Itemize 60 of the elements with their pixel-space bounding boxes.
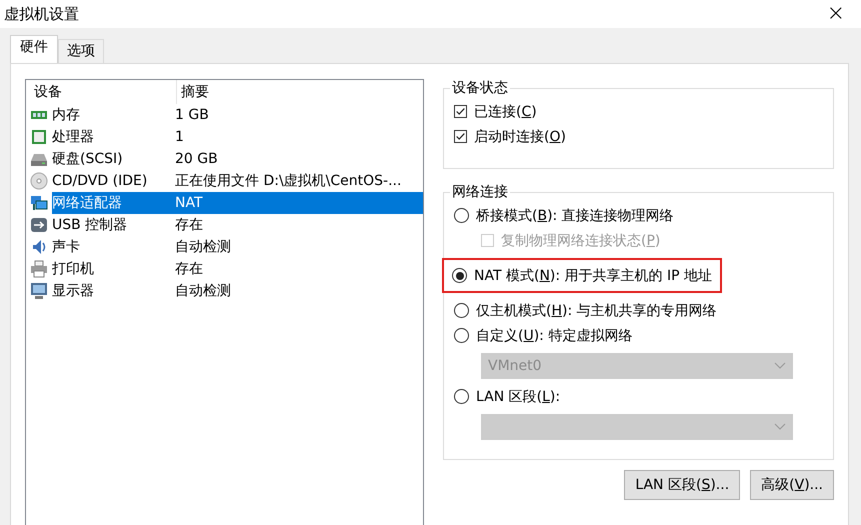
- radio-label[interactable]: 自定义(U): 特定虚拟网络: [476, 326, 632, 344]
- list-row[interactable]: 声卡 自动检测: [30, 236, 423, 258]
- network-adapter-icon: [30, 194, 48, 212]
- list-row[interactable]: USB 控制器 存在: [30, 214, 423, 236]
- device-summary: 正在使用文件 D:\虚拟机\CentOS-...: [174, 172, 402, 191]
- monitor-icon: [30, 282, 48, 300]
- device-name: 硬盘(SCSI): [51, 150, 124, 169]
- radio-button[interactable]: [454, 208, 469, 223]
- device-summary: 1: [174, 128, 185, 147]
- radio-label[interactable]: 桥接模式(B): 直接连接物理网络: [476, 206, 674, 224]
- group-title: 网络连接: [451, 183, 509, 201]
- list-row[interactable]: 内存 1 GB: [30, 104, 423, 126]
- device-name: 内存: [51, 106, 81, 125]
- device-summary: 存在: [174, 260, 204, 279]
- checkbox[interactable]: [454, 105, 467, 118]
- device-name: 声卡: [51, 238, 81, 257]
- device-name: 网络适配器: [51, 194, 123, 213]
- dialog-button[interactable]: LAN 区段(S)...: [624, 470, 740, 500]
- list-row[interactable]: 网络适配器 NAT: [30, 192, 423, 214]
- device-summary: 自动检测: [174, 282, 232, 301]
- speaker-icon: [30, 238, 48, 256]
- radio-button[interactable]: [454, 389, 469, 404]
- checkbox[interactable]: [454, 130, 467, 143]
- radio-button[interactable]: [454, 328, 469, 343]
- device-summary: 自动检测: [174, 238, 232, 257]
- device-summary: 1 GB: [174, 106, 210, 125]
- column-header[interactable]: 摘要: [176, 80, 423, 104]
- device-name: CD/DVD (IDE): [51, 172, 148, 191]
- device-summary: 20 GB: [174, 150, 219, 169]
- checkbox-label[interactable]: 启动时连接(O): [474, 128, 566, 146]
- radio-button[interactable]: [454, 303, 469, 318]
- group-title: 设备状态: [451, 79, 509, 97]
- dialog-button[interactable]: 高级(V)...: [750, 470, 834, 500]
- list-row[interactable]: 硬盘(SCSI) 20 GB: [30, 148, 423, 170]
- device-name: 处理器: [51, 128, 95, 147]
- chevron-icon: [774, 362, 786, 370]
- device-summary: NAT: [174, 194, 204, 213]
- close-button[interactable]: ×: [814, 3, 857, 25]
- radio-label[interactable]: LAN 区段(L):: [476, 388, 560, 406]
- radio-label[interactable]: 仅主机模式(H): 与主机共享的专用网络: [476, 302, 717, 320]
- usb-icon: [30, 216, 48, 234]
- list-row[interactable]: 处理器 1: [30, 126, 423, 148]
- device-name: 打印机: [51, 260, 95, 279]
- list-row[interactable]: 打印机 存在: [30, 258, 423, 280]
- checkbox-label[interactable]: 已连接(C): [474, 102, 537, 120]
- column-header[interactable]: 设备: [30, 83, 176, 101]
- disc-icon: [30, 172, 48, 190]
- list-row[interactable]: 显示器 自动检测: [30, 280, 423, 302]
- device-name: 显示器: [51, 282, 95, 301]
- radio-button[interactable]: [452, 268, 467, 283]
- tab[interactable]: 选项: [58, 39, 104, 63]
- chevron-icon: [774, 423, 786, 431]
- window-title: 虚拟机设置: [4, 4, 79, 24]
- radio-label[interactable]: NAT 模式(N): 用于共享主机的 IP 地址: [474, 266, 712, 284]
- device-name: USB 控制器: [51, 216, 128, 235]
- printer-icon: [30, 260, 48, 278]
- list-row[interactable]: CD/DVD (IDE) 正在使用文件 D:\虚拟机\CentOS-...: [30, 170, 423, 192]
- device-summary: 存在: [174, 216, 204, 235]
- tab[interactable]: 硬件: [10, 35, 58, 63]
- processor-icon: [30, 128, 48, 146]
